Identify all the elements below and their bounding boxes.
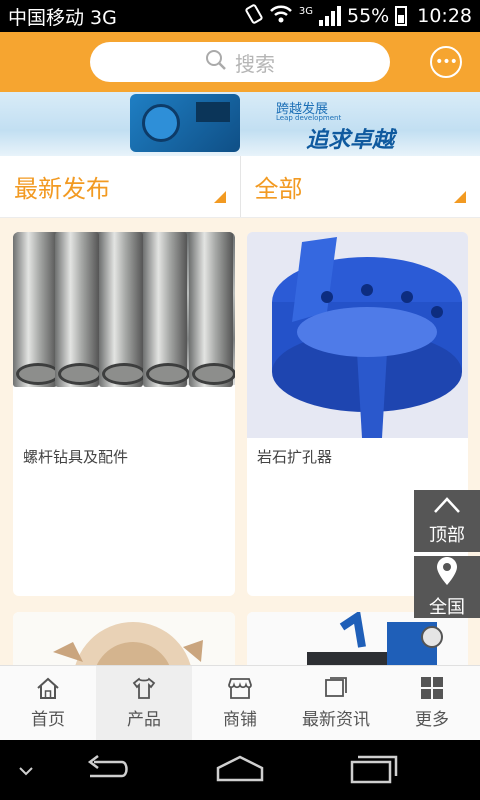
network-type: 3G <box>298 5 313 17</box>
back-icon[interactable] <box>84 754 130 788</box>
status-bar: 中国移动 3G 3G 55% 10:28 <box>0 0 480 32</box>
tab-products-label: 产品 <box>127 709 161 730</box>
dropdown-triangle-icon <box>213 191 226 203</box>
tshirt-icon <box>131 677 157 699</box>
clock: 10:28 <box>417 5 472 27</box>
grid-icon <box>419 676 445 699</box>
banner-slogan-main: 追求卓越 <box>306 128 395 153</box>
tab-home-label: 首页 <box>31 709 65 730</box>
product-title: 岩石扩孔器 <box>257 448 333 466</box>
category-filter-dropdown[interactable]: 全部 <box>239 156 480 217</box>
tab-more-label: 更多 <box>415 709 449 730</box>
tab-news-label: 最新资讯 <box>302 709 370 730</box>
region-select-button[interactable]: 全国 <box>414 556 480 618</box>
search-icon <box>205 49 227 76</box>
back-to-top-label: 顶部 <box>429 524 465 546</box>
battery-icon <box>395 6 408 26</box>
banner-pump-image <box>130 94 240 152</box>
search-input[interactable]: 搜索 <box>90 42 390 82</box>
chevron-up-icon <box>433 496 461 519</box>
tab-products[interactable]: 产品 <box>96 666 192 740</box>
shop-icon <box>227 677 253 699</box>
top-bar: 搜索 ••• <box>0 32 480 92</box>
chevron-down-icon[interactable] <box>18 762 34 781</box>
product-title: 螺杆钻具及配件 <box>23 448 129 466</box>
dropdown-triangle-icon <box>454 191 466 203</box>
wifi-icon <box>269 5 293 27</box>
tab-news[interactable]: 最新资讯 <box>288 666 384 740</box>
region-label: 全国 <box>429 596 465 618</box>
banner-slogan-en: Leap development <box>276 114 342 122</box>
tab-more[interactable]: 更多 <box>384 666 480 740</box>
tab-home[interactable]: 首页 <box>0 666 96 740</box>
product-image <box>247 232 468 438</box>
sort-filter-label: 最新发布 <box>14 175 110 203</box>
location-pin-icon <box>436 556 458 591</box>
signal-icon <box>319 6 341 26</box>
system-nav-bar <box>0 740 480 800</box>
back-to-top-button[interactable]: 顶部 <box>414 490 480 552</box>
news-icon <box>323 676 349 699</box>
category-filter-label: 全部 <box>254 175 303 203</box>
recent-apps-icon[interactable] <box>350 754 398 788</box>
bottom-tab-bar: 首页 产品 商铺 最新资讯 更多 <box>0 665 480 740</box>
sort-filter-dropdown[interactable]: 最新发布 <box>0 156 240 217</box>
promo-banner[interactable]: 跨越发展 Leap development 追求卓越 <box>0 92 480 156</box>
search-placeholder: 搜索 <box>235 51 275 76</box>
product-image <box>13 232 235 387</box>
home-icon <box>35 677 61 699</box>
battery-percent: 55% <box>347 5 390 27</box>
rotation-lock-icon <box>245 4 263 28</box>
carrier-label: 中国移动 3G <box>8 6 117 29</box>
home-nav-icon[interactable] <box>215 754 265 788</box>
message-icon[interactable]: ••• <box>430 46 462 78</box>
tab-shops-label: 商铺 <box>223 709 257 730</box>
tab-shops[interactable]: 商铺 <box>192 666 288 740</box>
filter-bar: 最新发布 全部 <box>0 156 480 218</box>
product-card[interactable]: 螺杆钻具及配件 <box>13 232 235 596</box>
